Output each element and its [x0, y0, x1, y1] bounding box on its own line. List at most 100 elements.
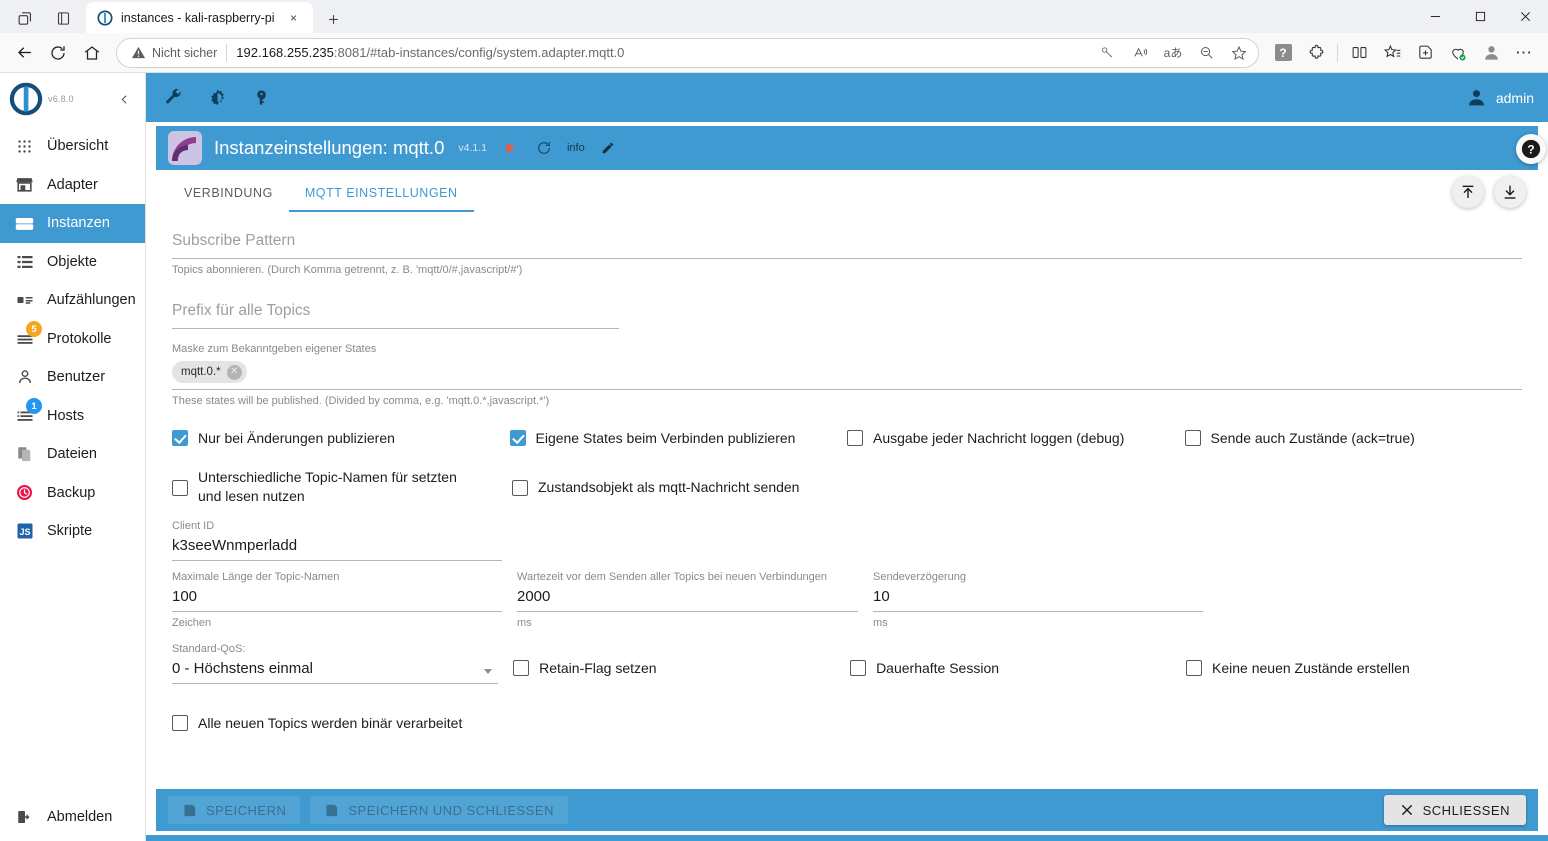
tab-actions-icon[interactable]	[6, 3, 44, 33]
sidebar-item-objekte[interactable]: Objekte	[0, 243, 145, 282]
checkbox-box[interactable]	[172, 715, 188, 731]
checkbox-binaer-verarbeitet[interactable]: Alle neuen Topics werden binär verarbeit…	[172, 714, 1522, 733]
download-icon[interactable]	[1494, 176, 1526, 208]
prefix-input[interactable]: Prefix für alle Topics	[172, 298, 619, 329]
help-square-icon[interactable]: ?	[1267, 37, 1299, 69]
sidebar-item-dateien[interactable]: Dateien	[0, 435, 145, 474]
sidebar-item-protokolle[interactable]: 5 Protokolle	[0, 320, 145, 359]
grid-icon	[14, 136, 35, 157]
sidebar-item-hosts[interactable]: 1 Hosts	[0, 397, 145, 436]
favorite-star-icon[interactable]	[1226, 40, 1252, 66]
qos-select[interactable]: 0 - Höchstens einmal	[172, 657, 499, 684]
sidebar-item-label: Backup	[47, 484, 96, 501]
sidebar-item-benutzer[interactable]: Benutzer	[0, 358, 145, 397]
close-dialog-button[interactable]: SCHLIESSEN	[1383, 795, 1526, 825]
checkbox-row-2: Unterschiedliche Topic-Namen für setzten…	[172, 468, 1522, 506]
add-collection-icon[interactable]	[1409, 37, 1441, 69]
save-disk-icon	[326, 804, 338, 816]
checkbox-box[interactable]	[172, 430, 188, 446]
browser-essentials-icon[interactable]	[1442, 37, 1474, 69]
sidebar-item-instanzen[interactable]: Instanzen	[0, 204, 145, 243]
sidebar-item-aufzaehlungen[interactable]: Aufzählungen	[0, 281, 145, 320]
sidebar-item-uebersicht[interactable]: Übersicht	[0, 127, 145, 166]
help-icon[interactable]: ?	[1516, 134, 1546, 164]
checkbox-box[interactable]	[1184, 430, 1201, 446]
max-topic-length-input[interactable]: 100	[172, 585, 502, 612]
chip-remove-icon[interactable]: ✕	[226, 364, 242, 380]
translate-icon[interactable]: aあ	[1160, 40, 1186, 66]
chevron-down-icon[interactable]	[484, 669, 493, 674]
save-and-close-button[interactable]: SPEICHERN UND SCHLIESSEN	[310, 796, 568, 824]
sidebar-item-backup[interactable]: Backup	[0, 474, 145, 513]
sidebar-collapse-icon[interactable]	[111, 86, 137, 112]
key-icon[interactable]	[248, 85, 274, 111]
subscribe-pattern-input[interactable]: Subscribe Pattern	[172, 228, 1522, 259]
sidebar-item-adapter[interactable]: Adapter	[0, 166, 145, 205]
checkbox-retain-flag[interactable]: Retain-Flag setzen	[513, 659, 850, 686]
numeric-row: Maximale Länge der Topic-Namen 100 Zeich…	[172, 571, 1522, 631]
pencil-icon[interactable]	[597, 137, 619, 159]
minimize-button[interactable]	[1413, 0, 1458, 33]
send-delay-input[interactable]: 10	[873, 585, 1203, 612]
save-button[interactable]: SPEICHERN	[168, 796, 301, 824]
wait-time-label: Wartezeit vor dem Senden aller Topics be…	[517, 571, 828, 583]
checkbox-sende-auch-zustaende[interactable]: Sende auch Zustände (ack=true)	[1184, 429, 1523, 448]
publish-mask-chips[interactable]: mqtt.0.* ✕	[172, 357, 1522, 390]
checkbox-box[interactable]	[513, 660, 530, 676]
user-menu[interactable]: admin	[1466, 87, 1534, 108]
scripts-icon: JS	[14, 521, 35, 542]
profile-avatar-icon[interactable]	[1475, 37, 1507, 69]
maximize-button[interactable]	[1458, 0, 1503, 33]
more-options-icon[interactable]: ⋯	[1508, 37, 1540, 69]
reload-button-icon[interactable]	[42, 37, 74, 69]
checkbox-box[interactable]	[1186, 660, 1203, 676]
checkbox-keine-neuen-zustaende[interactable]: Keine neuen Zustände erstellen	[1186, 659, 1522, 686]
new-tab-button[interactable]	[319, 5, 349, 33]
home-button-icon[interactable]	[76, 37, 108, 69]
browser-tab[interactable]: instances - kali-raspberry-pi ×	[86, 2, 313, 33]
checkbox-box[interactable]	[512, 479, 528, 496]
checkbox-label: Zustandsobjekt als mqtt-Nachricht senden	[538, 478, 800, 495]
tab-close-icon[interactable]: ×	[283, 7, 305, 29]
tab-vertical-icon[interactable]	[44, 3, 82, 33]
security-label: Nicht sicher	[152, 45, 218, 60]
checkbox-box[interactable]	[172, 479, 188, 496]
upload-icon[interactable]	[1452, 176, 1484, 208]
chip-mqtt-mask[interactable]: mqtt.0.* ✕	[172, 361, 247, 383]
svg-text:?: ?	[1527, 143, 1534, 157]
sidebar-item-abmelden[interactable]: Abmelden	[0, 793, 145, 841]
close-button[interactable]	[1503, 0, 1548, 33]
play-icon[interactable]	[499, 137, 521, 159]
wait-time-input[interactable]: 2000	[517, 585, 858, 612]
checkbox-box[interactable]	[850, 660, 867, 676]
collections-star-icon[interactable]	[1376, 37, 1408, 69]
address-bar[interactable]: Nicht sicher 192.168.255.235:8081/#tab-i…	[116, 37, 1259, 68]
checkbox-eigene-states[interactable]: Eigene States beim Verbinden publizieren	[509, 429, 848, 448]
checkbox-dauerhafte-session[interactable]: Dauerhafte Session	[850, 659, 1186, 686]
checkbox-box[interactable]	[847, 430, 863, 446]
checkbox-label: Ausgabe jeder Nachricht loggen (debug)	[873, 430, 1125, 446]
split-screen-icon[interactable]	[1343, 37, 1375, 69]
checkbox-label: Retain-Flag setzen	[539, 660, 657, 676]
sidebar-item-skripte[interactable]: JS Skripte	[0, 512, 145, 551]
brightness-icon[interactable]	[204, 85, 230, 111]
wrench-icon[interactable]	[160, 85, 186, 111]
checkbox-nur-bei-aenderungen[interactable]: Nur bei Änderungen publizieren	[172, 429, 510, 448]
checkbox-box[interactable]	[509, 430, 526, 446]
warning-triangle-icon	[131, 46, 146, 59]
checkbox-ausgabe-loggen[interactable]: Ausgabe jeder Nachricht loggen (debug)	[847, 429, 1185, 448]
read-aloud-icon[interactable]	[1127, 40, 1153, 66]
key-icon[interactable]	[1094, 40, 1120, 66]
enum-icon	[14, 290, 35, 311]
client-id-input[interactable]: k3seeWnmperladd	[172, 534, 502, 561]
extensions-icon[interactable]	[1300, 37, 1332, 69]
checkbox-unterschiedliche-topic-namen[interactable]: Unterschiedliche Topic-Namen für setzten…	[172, 468, 512, 506]
checkbox-zustandsobjekt-senden[interactable]: Zustandsobjekt als mqtt-Nachricht senden	[512, 468, 852, 506]
refresh-icon[interactable]	[533, 137, 555, 159]
tab-mqtt-einstellungen[interactable]: MQTT EINSTELLUNGEN	[288, 186, 474, 212]
tab-verbindung[interactable]: VERBINDUNG	[168, 186, 289, 212]
back-button-icon[interactable]	[8, 37, 40, 69]
send-delay-unit: ms	[873, 617, 888, 629]
zoom-out-icon[interactable]	[1193, 40, 1219, 66]
info-label[interactable]: info	[567, 137, 585, 159]
